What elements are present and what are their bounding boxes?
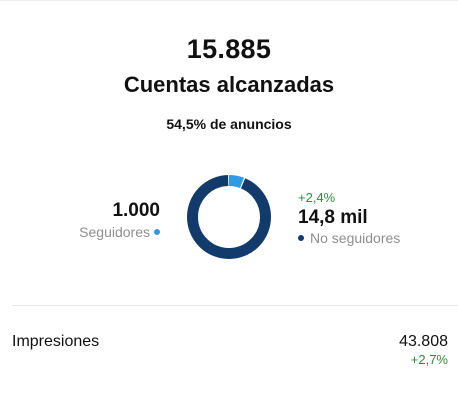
followers-stat: 1.000 Seguidores bbox=[79, 200, 160, 241]
accounts-reached-label: Cuentas alcanzadas bbox=[123, 72, 335, 97]
impressions-change: +2,7% bbox=[410, 352, 448, 367]
non-followers-stat: +2,4% 14,8 mil No seguidores bbox=[298, 190, 400, 247]
non-followers-label: No seguidores bbox=[310, 230, 401, 246]
followers-label: Seguidores bbox=[79, 224, 150, 240]
impressions-value: 43.808 bbox=[399, 333, 448, 350]
donut-segment-non-followers bbox=[187, 175, 271, 259]
ads-percentage: 54,5% de anuncios bbox=[166, 116, 292, 132]
section-divider bbox=[12, 305, 458, 306]
non-followers-dot-icon bbox=[298, 235, 304, 242]
audience-donut-chart bbox=[187, 175, 271, 259]
accounts-reached-value: 15.885 bbox=[186, 34, 272, 64]
impressions-label[interactable]: Impresiones bbox=[12, 333, 99, 351]
non-followers-legend: No seguidores bbox=[298, 229, 400, 247]
followers-legend: Seguidores bbox=[79, 223, 160, 241]
followers-dot-icon bbox=[154, 229, 160, 236]
non-followers-value: 14,8 mil bbox=[298, 207, 368, 228]
non-followers-change: +2,4% bbox=[298, 190, 336, 205]
followers-value: 1.000 bbox=[112, 200, 160, 221]
top-divider bbox=[0, 0, 458, 1]
